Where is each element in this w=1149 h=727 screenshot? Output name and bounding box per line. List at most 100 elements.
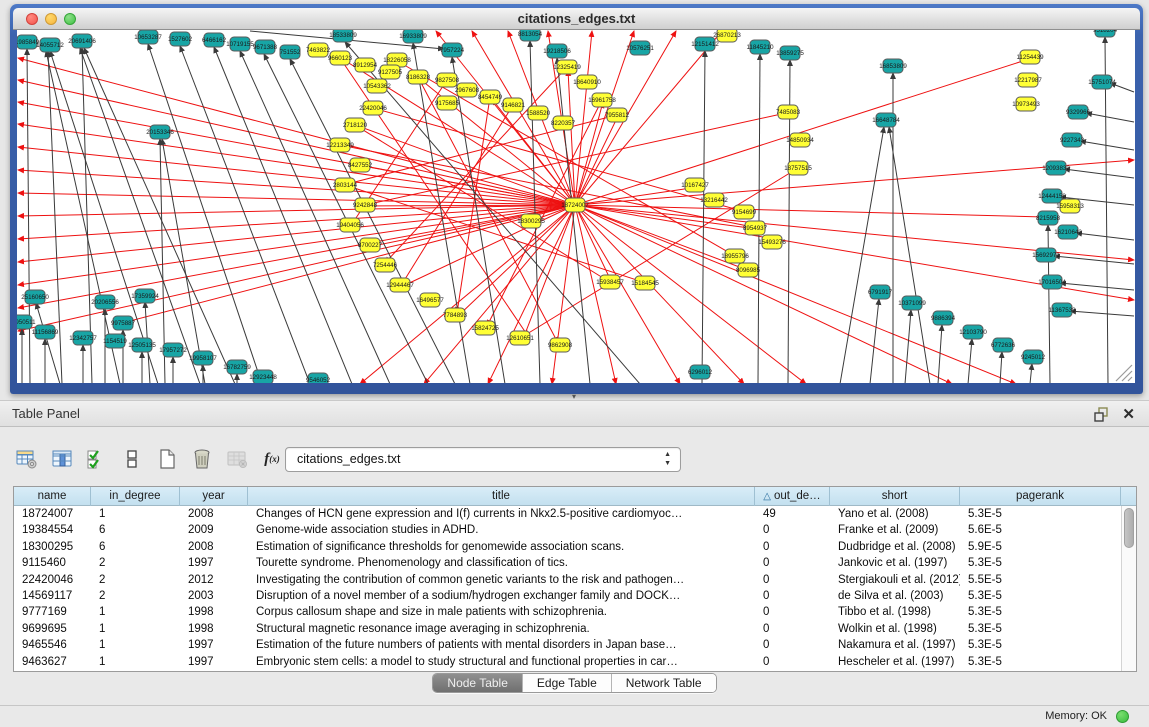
table-cell: 1	[91, 654, 180, 670]
table-cell: Dudbridge et al. (2008)	[830, 539, 960, 555]
table-cell: Jankovic et al. (1997)	[830, 555, 960, 571]
table-cell: 0	[755, 621, 830, 637]
svg-text:8454749: 8454749	[478, 94, 503, 101]
table-cell: 2	[91, 588, 180, 604]
table-cell: 1	[91, 621, 180, 637]
column-header-out_de[interactable]: △out_de…	[755, 487, 830, 506]
svg-text:15938457: 15938457	[596, 279, 624, 286]
table-cell: 6	[91, 522, 180, 538]
status-bar: Memory: OK	[0, 705, 1149, 727]
table-cell: 49	[755, 506, 830, 522]
table-row[interactable]: 1872400712008Changes of HCN gene express…	[14, 506, 1121, 522]
table-cell: Estimation of significance thresholds fo…	[248, 539, 755, 555]
svg-text:2718120: 2718120	[343, 122, 368, 129]
close-icon[interactable]: ✕	[1122, 405, 1135, 423]
import-table-icon[interactable]	[226, 448, 248, 470]
table-cell: Tibbo et al. (1998)	[830, 604, 960, 620]
svg-text:12505135: 12505135	[128, 342, 156, 349]
show-columns-icon[interactable]	[51, 448, 73, 470]
svg-text:11156869: 11156869	[32, 329, 59, 336]
svg-text:8186328: 8186328	[406, 74, 431, 81]
table-cell: 1997	[180, 555, 248, 571]
svg-text:8096985: 8096985	[736, 267, 761, 274]
table-cell: Nakamura et al. (1997)	[830, 637, 960, 653]
svg-text:19218506: 19218506	[543, 48, 571, 55]
svg-text:12342757: 12342757	[69, 335, 97, 342]
node-table: namein_degreeyeartitle△out_de…shortpager…	[13, 486, 1137, 672]
tab-edge-table[interactable]: Edge Table	[523, 674, 612, 692]
table-row[interactable]: 977716911998Corpus callosum shape and si…	[14, 604, 1121, 620]
table-row[interactable]: 1938455462009Genome-wide association stu…	[14, 522, 1121, 538]
table-cell: 9465546	[14, 637, 91, 653]
svg-text:17359924: 17359924	[131, 293, 159, 300]
table-cell: 0	[755, 572, 830, 588]
table-cell: 0	[755, 522, 830, 538]
svg-text:14850934: 14850934	[786, 137, 814, 144]
svg-text:9245012: 9245012	[1021, 354, 1046, 361]
function-builder-icon[interactable]: f(x)	[261, 448, 283, 470]
column-header-name[interactable]: name	[14, 487, 91, 506]
tab-network-table[interactable]: Network Table	[612, 674, 716, 692]
column-header-in_degree[interactable]: in_degree	[91, 487, 180, 506]
table-cell: 5.3E-5	[960, 555, 1121, 571]
window-titlebar[interactable]: citations_edges.txt	[13, 8, 1140, 30]
table-cell: 5.3E-5	[960, 621, 1121, 637]
network-canvas[interactable]: 1872400718300295198584914055712206914061…	[17, 30, 1135, 383]
svg-text:9886394: 9886394	[931, 315, 956, 322]
table-row[interactable]: 946554611997Estimation of the future num…	[14, 637, 1121, 653]
svg-text:13216442: 13216442	[700, 197, 728, 204]
svg-text:18757515: 18757515	[784, 165, 812, 172]
table-row[interactable]: 1456911722003Disruption of a novel membe…	[14, 588, 1121, 604]
table-toolbar: f(x)	[16, 444, 283, 474]
table-cell: 5.6E-5	[960, 522, 1121, 538]
table-cell: 0	[755, 654, 830, 670]
table-cell: 5.9E-5	[960, 539, 1121, 555]
table-row[interactable]: 969969511998Structural magnetic resonanc…	[14, 621, 1121, 637]
dropdown-stepper-icon: ▲▼	[664, 450, 671, 468]
table-cell: 18300295	[14, 539, 91, 555]
column-header-year[interactable]: year	[180, 487, 248, 506]
table-cell: 5.3E-5	[960, 588, 1121, 604]
table-settings-icon[interactable]	[16, 448, 38, 470]
svg-text:1154519: 1154519	[103, 338, 127, 345]
scrollbar-thumb[interactable]	[1124, 508, 1134, 548]
table-cell: 9777169	[14, 604, 91, 620]
svg-text:17016504: 17016504	[1038, 279, 1066, 286]
memory-status-indicator	[1116, 710, 1129, 723]
table-scrollbar[interactable]	[1121, 506, 1136, 671]
svg-text:7485083: 7485083	[776, 109, 801, 116]
svg-text:9242848: 9242848	[353, 202, 378, 209]
table-cell: Stergiakouli et al. (2012)	[830, 572, 960, 588]
row-height-icon[interactable]	[121, 448, 143, 470]
svg-text:12325419: 12325419	[553, 64, 581, 71]
table-row[interactable]: 2242004622012Investigating the contribut…	[14, 572, 1121, 588]
table-panel-header: Table Panel ✕	[0, 400, 1149, 427]
tab-node-table[interactable]: Node Table	[433, 674, 523, 692]
column-header-pagerank[interactable]: pagerank	[960, 487, 1121, 506]
window-title: citations_edges.txt	[13, 8, 1140, 30]
select-mode-icon[interactable]	[86, 448, 108, 470]
svg-text:15824725: 15824725	[471, 325, 499, 332]
table-selector-dropdown[interactable]: citations_edges.txt ▲▼	[285, 447, 681, 472]
table-row[interactable]: 1830029562008Estimation of significance …	[14, 539, 1121, 555]
svg-text:8813054: 8813054	[518, 31, 543, 38]
table-cell: 1	[91, 506, 180, 522]
table-panel-title: Table Panel	[12, 401, 80, 427]
column-header-title[interactable]: title	[248, 487, 755, 506]
float-window-icon[interactable]	[1094, 407, 1109, 422]
delete-table-icon[interactable]	[191, 448, 213, 470]
table-row[interactable]: 946362711997Embryonic stem cells: a mode…	[14, 654, 1121, 670]
column-header-short[interactable]: short	[830, 487, 960, 506]
table-cell: de Silva et al. (2003)	[830, 588, 960, 604]
table-cell: 2	[91, 555, 180, 571]
svg-text:11367533: 11367533	[1048, 307, 1076, 314]
svg-text:18300295: 18300295	[517, 218, 545, 225]
svg-text:15751074: 15751074	[1088, 79, 1116, 86]
new-table-icon[interactable]	[156, 448, 178, 470]
svg-text:6296012: 6296012	[688, 369, 713, 376]
svg-text:7957224: 7957224	[440, 47, 465, 54]
table-cell: 5.5E-5	[960, 572, 1121, 588]
table-row[interactable]: 911546021997Tourette syndrome. Phenomeno…	[14, 555, 1121, 571]
svg-text:12610651: 12610651	[506, 335, 534, 342]
svg-text:7955812: 7955812	[605, 112, 630, 119]
